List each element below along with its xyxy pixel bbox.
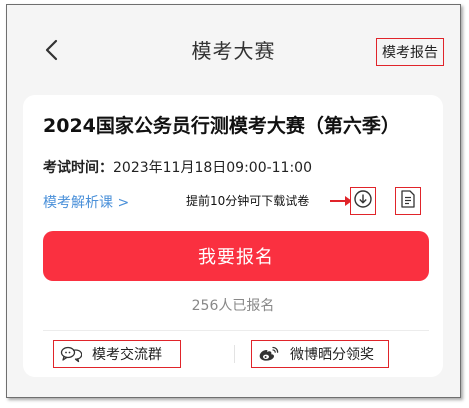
exam-time-row: 考试时间：2023年11月18日09:00-11:00 xyxy=(43,157,312,177)
signup-button[interactable]: 我要报名 xyxy=(43,231,429,281)
chat-bubbles-icon xyxy=(60,345,82,363)
download-icon xyxy=(353,189,373,213)
report-button[interactable]: 模考报告 xyxy=(376,38,444,66)
contest-title: 2024国家公务员行测模考大赛（第六季） xyxy=(43,115,400,137)
weibo-share-label: 微博晒分领奖 xyxy=(290,347,374,363)
contest-card: 2024国家公务员行测模考大赛（第六季） 考试时间：2023年11月18日09:… xyxy=(23,95,443,377)
weibo-icon xyxy=(258,345,280,363)
exchange-group-label: 模考交流群 xyxy=(92,347,162,363)
divider xyxy=(43,330,429,331)
download-hint-text: 提前10分钟可下载试卷 xyxy=(186,194,310,208)
signup-count: 256人已报名 xyxy=(191,298,275,314)
paper-document-button[interactable] xyxy=(395,187,421,215)
exam-time-label: 考试时间： xyxy=(43,160,113,176)
nav-bar: 模考大赛 模考报告 xyxy=(7,5,460,87)
exam-time-value: 2023年11月18日09:00-11:00 xyxy=(113,160,313,176)
analysis-course-link[interactable]: 模考解析课 > xyxy=(43,192,129,212)
vertical-divider xyxy=(234,345,235,363)
download-paper-button[interactable] xyxy=(350,187,376,215)
document-icon xyxy=(399,189,417,213)
weibo-share-button[interactable]: 微博晒分领奖 xyxy=(251,340,389,368)
exchange-group-button[interactable]: 模考交流群 xyxy=(53,340,181,368)
app-screen: 模考大赛 模考报告 2024国家公务员行测模考大赛（第六季） 考试时间：2023… xyxy=(6,4,461,398)
